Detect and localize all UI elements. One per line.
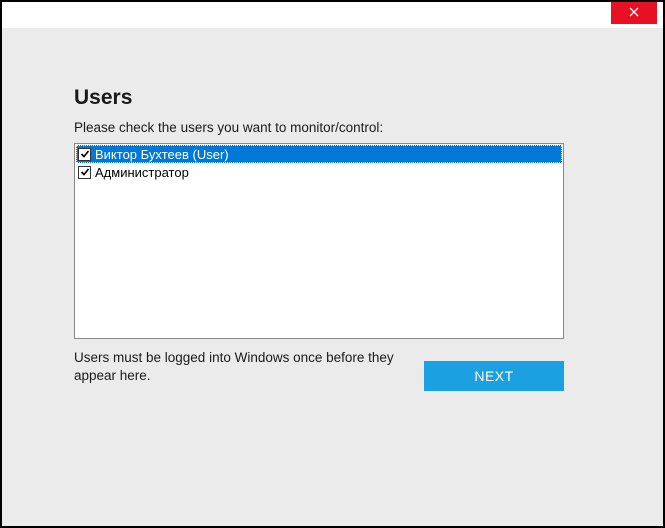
close-icon — [629, 4, 639, 22]
hint-text: Users must be logged into Windows once b… — [74, 349, 394, 385]
close-button[interactable] — [611, 2, 657, 24]
checkbox[interactable] — [78, 166, 91, 179]
footer: Users must be logged into Windows once b… — [74, 349, 564, 391]
user-label: Администратор — [95, 165, 189, 180]
list-item[interactable]: Администратор — [76, 163, 562, 181]
dialog-window: Users Please check the users you want to… — [2, 2, 663, 526]
instruction-text: Please check the users you want to monit… — [74, 120, 591, 135]
checkbox[interactable] — [78, 148, 91, 161]
content-area: Users Please check the users you want to… — [2, 28, 663, 391]
list-item[interactable]: Виктор Бухтеев (User) — [76, 145, 562, 163]
next-button[interactable]: NEXT — [424, 361, 564, 391]
titlebar — [2, 2, 663, 28]
user-list[interactable]: Виктор Бухтеев (User) Администратор — [74, 143, 564, 339]
user-label: Виктор Бухтеев (User) — [95, 147, 229, 162]
page-title: Users — [74, 86, 591, 110]
